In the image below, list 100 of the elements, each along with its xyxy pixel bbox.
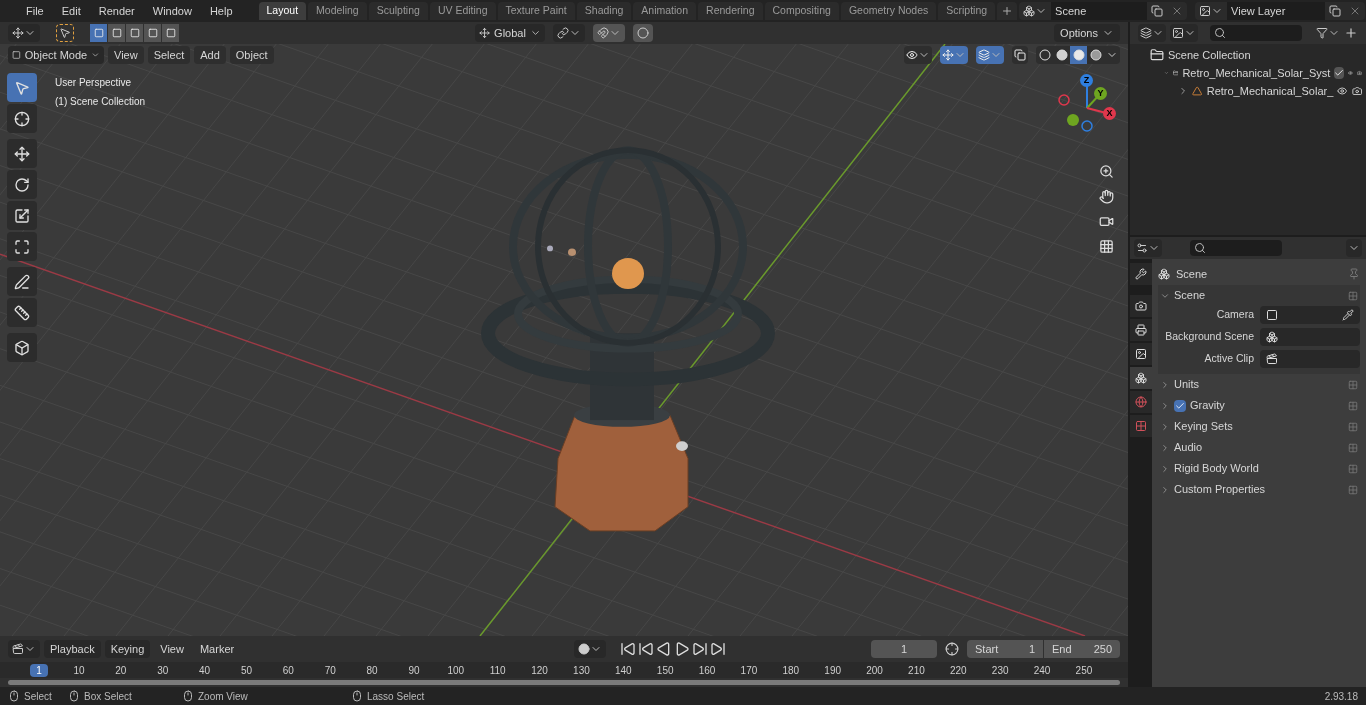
jump-start-icon[interactable] [620, 641, 637, 657]
zoom-icon[interactable] [1097, 162, 1116, 181]
eyedropper-icon[interactable] [1342, 309, 1354, 321]
workspace-tab[interactable]: UV Editing [429, 2, 496, 20]
start-frame-field[interactable]: Start 1 [967, 640, 1043, 658]
outliner-item-label[interactable]: Retro_Mechanical_Solar_Syst [1182, 64, 1331, 82]
select-mode-button[interactable] [126, 24, 143, 42]
options-dropdown[interactable] [1346, 239, 1362, 257]
menu-item[interactable]: Edit [53, 1, 89, 21]
panel-title[interactable]: Scene [1174, 287, 1206, 304]
rotate-tool-button[interactable] [7, 170, 37, 199]
playhead-marker[interactable]: 1 [30, 663, 48, 677]
select-mode-button[interactable] [162, 24, 179, 42]
viewport-menu[interactable]: Add [194, 46, 226, 64]
workspace-tab[interactable]: Shading [576, 2, 632, 20]
record-button[interactable] [574, 640, 607, 658]
properties-tab[interactable] [1130, 343, 1152, 365]
workspace-tab[interactable]: Sculpting [368, 2, 428, 20]
add-workspace-button[interactable] [997, 2, 1018, 20]
workspace-tab[interactable]: Geometry Nodes [840, 2, 937, 20]
viewport-menu[interactable]: View [108, 46, 144, 64]
menu-item[interactable]: Help [201, 1, 241, 21]
drag-handle-icon[interactable] [1348, 442, 1358, 453]
current-frame-field[interactable]: 1 [871, 640, 937, 658]
menu-item[interactable]: Render [90, 1, 143, 21]
viewport-menu[interactable]: Object [229, 46, 274, 64]
properties-tab[interactable] [1130, 263, 1152, 285]
select-mode-button[interactable] [90, 24, 107, 42]
cursor-tool-button[interactable] [7, 104, 37, 133]
drag-handle-icon[interactable] [1348, 421, 1358, 432]
hand-icon[interactable] [1097, 187, 1116, 206]
options-dropdown[interactable]: Options [1054, 24, 1120, 42]
view-layer-button[interactable] [1170, 24, 1198, 42]
menu-item[interactable]: Window [144, 1, 200, 21]
panel-title[interactable]: Rigid Body World [1174, 460, 1259, 477]
panel-title[interactable]: Units [1174, 376, 1200, 393]
add-cube-tool-button[interactable] [7, 333, 37, 362]
pivot-dropdown[interactable] [553, 24, 585, 42]
jump-end-icon[interactable] [710, 641, 727, 657]
play-icon[interactable] [674, 641, 691, 657]
xray-toggle[interactable] [1012, 46, 1028, 64]
panel-title[interactable]: Keying Sets [1174, 418, 1233, 435]
workspace-tab[interactable]: Modeling [308, 2, 367, 20]
axis-label[interactable]: Y [1094, 87, 1107, 100]
drag-handle-icon[interactable] [1348, 290, 1358, 301]
proportional-edit-toggle[interactable] [633, 24, 653, 42]
select-mode-button[interactable] [108, 24, 125, 42]
orientation-dropdown[interactable]: Global [475, 24, 545, 42]
tool-settings-button[interactable] [8, 24, 40, 42]
move-tool-button[interactable] [7, 139, 37, 168]
properties-tab[interactable] [1130, 367, 1152, 389]
rendered-shading-button[interactable] [1087, 46, 1104, 64]
clip-field[interactable] [1260, 350, 1360, 368]
panel-title[interactable]: Gravity [1190, 397, 1225, 414]
workspace-tab[interactable]: Rendering [698, 2, 763, 20]
workspace-tab[interactable]: Animation [633, 2, 697, 20]
timeline-menu[interactable]: Keying [104, 640, 151, 658]
jump-key-forward-icon[interactable] [692, 641, 709, 657]
scene-selector[interactable]: Scene [1019, 2, 1188, 20]
pin-icon[interactable] [1348, 268, 1360, 280]
select-mode-button[interactable] [144, 24, 161, 42]
end-frame-field[interactable]: End 250 [1044, 640, 1120, 658]
measure-tool-button[interactable] [7, 298, 37, 327]
drag-handle-icon[interactable] [1348, 400, 1358, 411]
filter-button[interactable] [1316, 27, 1340, 39]
drag-handle-icon[interactable] [1348, 484, 1358, 495]
timeline-menu[interactable]: Playback [44, 640, 101, 658]
overlay-toggle[interactable] [976, 46, 1004, 64]
scene-field[interactable] [1260, 328, 1360, 346]
transform-tool-button[interactable] [7, 232, 37, 261]
snap-toggle[interactable] [593, 24, 625, 42]
visibility-toggle[interactable] [904, 46, 932, 64]
wireframe-shading-button[interactable] [1036, 46, 1053, 64]
mode-dropdown[interactable]: Object Mode [8, 46, 104, 64]
panel-checkbox[interactable] [1174, 399, 1186, 412]
eye-icon[interactable] [1337, 85, 1348, 97]
drag-handle-icon[interactable] [1348, 463, 1358, 474]
active-tool-button[interactable] [56, 24, 74, 42]
editor-type-button[interactable] [1134, 239, 1162, 257]
properties-tab[interactable] [1130, 295, 1152, 317]
exclude-checkbox[interactable] [1334, 67, 1345, 79]
camera-field[interactable] [1260, 306, 1360, 324]
select-tool-button[interactable] [7, 73, 37, 102]
menu-item[interactable]: File [18, 1, 52, 21]
view-layer-selector[interactable]: View Layer [1195, 2, 1366, 20]
editor-type-button[interactable] [8, 640, 40, 658]
workspace-tab[interactable]: Layout [258, 2, 307, 20]
display-mode-button[interactable] [1138, 24, 1166, 42]
outliner-item-label[interactable]: Scene Collection [1168, 46, 1362, 64]
axis-label[interactable]: X [1103, 107, 1116, 120]
outliner-search-field[interactable] [1210, 25, 1302, 41]
properties-search-field[interactable] [1190, 240, 1282, 256]
properties-tab[interactable] [1130, 319, 1152, 341]
jump-key-back-icon[interactable] [638, 641, 655, 657]
panel-title[interactable]: Custom Properties [1174, 481, 1266, 498]
scale-tool-button[interactable] [7, 201, 37, 230]
material-shading-button[interactable] [1070, 46, 1087, 64]
workspace-tab[interactable]: Compositing [764, 2, 839, 20]
axis-label[interactable]: Z [1080, 74, 1093, 87]
gizmo-toggle[interactable] [940, 46, 968, 64]
